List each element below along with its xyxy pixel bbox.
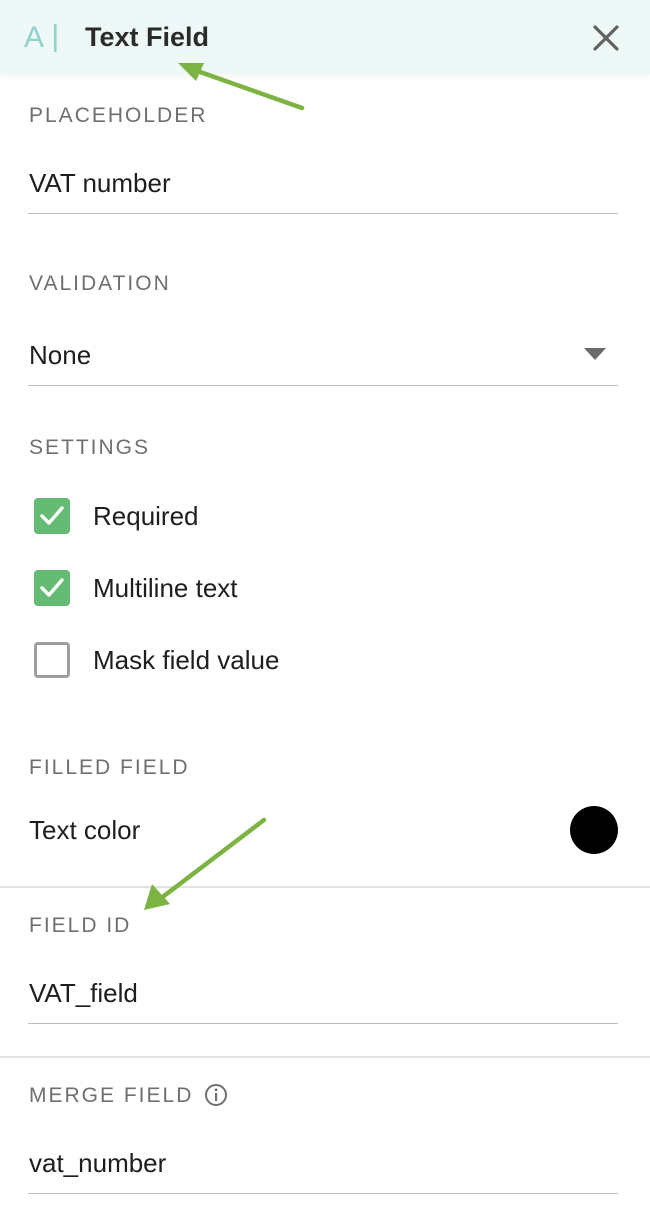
placeholder-input[interactable]: VAT number — [28, 153, 618, 214]
chevron-down-icon — [584, 348, 606, 360]
validation-selected-value: None — [29, 340, 92, 370]
placeholder-value: VAT number — [29, 168, 171, 198]
panel-header: A Text Field — [0, 0, 650, 74]
required-label: Required — [93, 501, 199, 531]
merge-field-value: vat_number — [29, 1148, 167, 1178]
field-id-value: VAT_field — [29, 978, 138, 1008]
required-checkbox[interactable] — [34, 498, 70, 534]
checkmark-icon — [40, 506, 64, 525]
text-field-icon: A — [24, 21, 57, 54]
validation-select[interactable]: None — [28, 325, 618, 386]
multiline-checkbox[interactable] — [34, 570, 70, 606]
validation-section-label: VALIDATION — [29, 272, 171, 295]
mask-value-label: Mask field value — [93, 645, 280, 675]
text-color-swatch[interactable] — [570, 806, 618, 854]
field-id-section-label: FIELD ID — [29, 914, 132, 937]
section-divider — [0, 1056, 650, 1058]
mask-value-checkbox[interactable] — [34, 642, 70, 678]
filled-field-section-label: FILLED FIELD — [29, 756, 190, 779]
annotation-arrow — [144, 817, 267, 910]
close-button[interactable] — [590, 22, 622, 54]
merge-field-section-label: MERGE FIELD — [29, 1084, 194, 1107]
multiline-label: Multiline text — [93, 573, 238, 603]
field-id-input[interactable]: VAT_field — [28, 963, 618, 1024]
info-icon[interactable] — [204, 1083, 228, 1107]
svg-text:A: A — [24, 21, 44, 54]
text-color-label: Text color — [29, 815, 141, 845]
section-divider — [0, 886, 650, 888]
panel-title: Text Field — [85, 22, 210, 52]
merge-field-input[interactable]: vat_number — [28, 1133, 618, 1194]
close-icon — [593, 25, 619, 51]
checkmark-icon — [40, 578, 64, 597]
settings-section-label: SETTINGS — [29, 436, 151, 459]
placeholder-section-label: PLACEHOLDER — [29, 104, 208, 127]
